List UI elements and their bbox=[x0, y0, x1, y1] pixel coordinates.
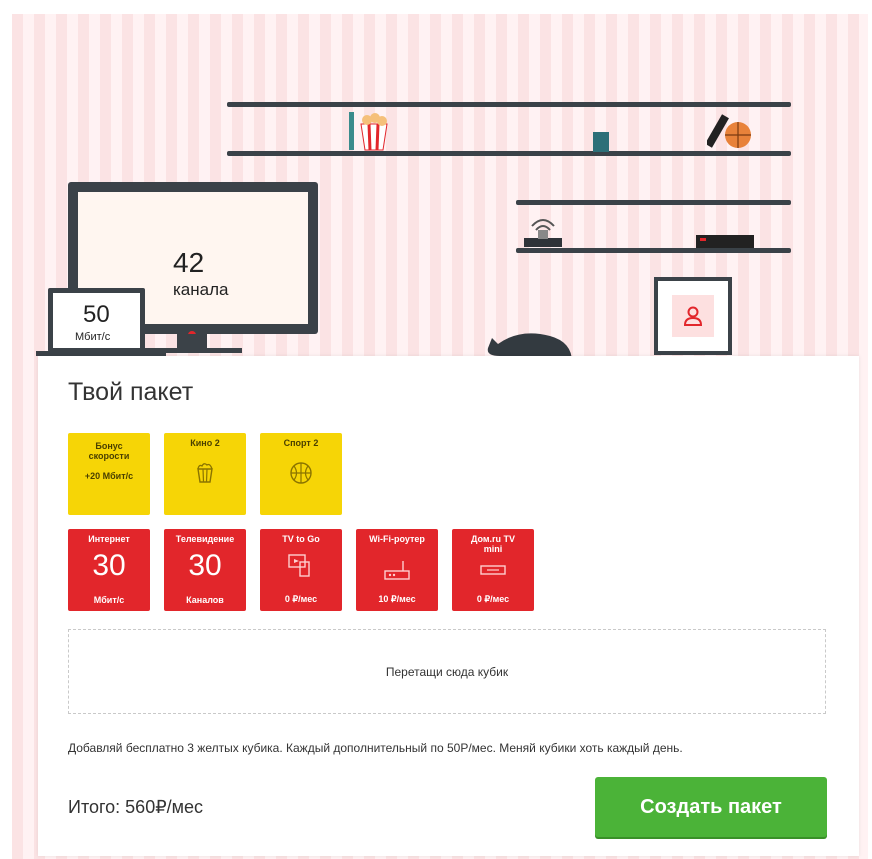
package-title: Твой пакет bbox=[68, 378, 194, 406]
tile-label: Интернет bbox=[88, 534, 130, 544]
tile-tv-to-go[interactable]: TV to Go 0 ₽/мес bbox=[260, 529, 342, 611]
basketball-decor-icon bbox=[707, 114, 751, 148]
tile-cinema-2[interactable]: Кино 2 bbox=[164, 433, 246, 515]
package-note: Добавляй бесплатно 3 желтых кубика. Кажд… bbox=[68, 741, 683, 755]
tile-label: TV to Go bbox=[282, 534, 320, 544]
tile-television[interactable]: Телевидение 30 Каналов bbox=[164, 529, 246, 611]
dropzone-label: Перетащи сюда кубик bbox=[385, 664, 509, 679]
tile-dropzone[interactable]: Перетащи сюда кубик bbox=[68, 629, 826, 714]
router-icon bbox=[384, 561, 410, 580]
tv-to-go-icon bbox=[288, 554, 310, 577]
tile-value: 30 bbox=[188, 549, 222, 582]
package-card: Твой пакет Бонус скорости +20 Мбит/с Кин… bbox=[38, 356, 859, 856]
tile-label: Кино 2 bbox=[190, 438, 220, 448]
tile-price: 10 ₽/мес bbox=[378, 594, 416, 604]
tile-sport-2[interactable]: Спорт 2 bbox=[260, 433, 342, 515]
router-decor-icon bbox=[524, 219, 562, 247]
tile-label: Спорт 2 bbox=[283, 438, 319, 448]
tv-channel-count: 42 bbox=[173, 247, 205, 278]
shelf-top-upper bbox=[227, 102, 791, 107]
user-icon bbox=[683, 306, 703, 326]
set-top-box-decor bbox=[696, 235, 754, 248]
tile-label: Дом.ru TV mini bbox=[470, 534, 516, 554]
tile-domru-tv-mini[interactable]: Дом.ru TV mini 0 ₽/мес bbox=[452, 529, 534, 611]
laptop-speed-unit: Мбит/с bbox=[75, 331, 111, 343]
set-top-box-icon bbox=[480, 565, 506, 575]
tile-unit: Мбит/с bbox=[93, 595, 125, 605]
tile-wifi-router[interactable]: Wi-Fi-роутер 10 ₽/мес bbox=[356, 529, 438, 611]
tile-price: 0 ₽/мес bbox=[284, 594, 318, 604]
picture-frame bbox=[654, 277, 732, 355]
tile-speed-bonus[interactable]: Бонус скорости +20 Мбит/с bbox=[68, 433, 150, 515]
shelf-right-upper bbox=[516, 200, 791, 205]
tile-label: Бонус скорости bbox=[88, 441, 130, 461]
popcorn-decor-icon bbox=[349, 112, 388, 151]
tile-label: Wi-Fi-роутер bbox=[369, 534, 425, 544]
tile-internet[interactable]: Интернет 30 Мбит/с bbox=[68, 529, 150, 611]
tile-value: +20 Мбит/с bbox=[84, 471, 134, 481]
create-package-button[interactable]: Создать пакет bbox=[595, 777, 827, 837]
tile-label: Телевидение bbox=[175, 534, 235, 544]
popcorn-icon bbox=[197, 463, 213, 483]
ball-icon bbox=[290, 462, 312, 484]
tile-unit: Каналов bbox=[186, 595, 224, 605]
package-total: Итого: 560₽/мес bbox=[68, 797, 204, 817]
laptop-speed: 50 bbox=[83, 301, 110, 328]
tile-price: 0 ₽/мес bbox=[476, 594, 510, 604]
laptop-display: 50 Мбит/с bbox=[48, 288, 145, 352]
tv-channel-unit: канала bbox=[173, 280, 229, 299]
box-decor bbox=[593, 132, 609, 152]
tile-value: 30 bbox=[92, 549, 126, 582]
